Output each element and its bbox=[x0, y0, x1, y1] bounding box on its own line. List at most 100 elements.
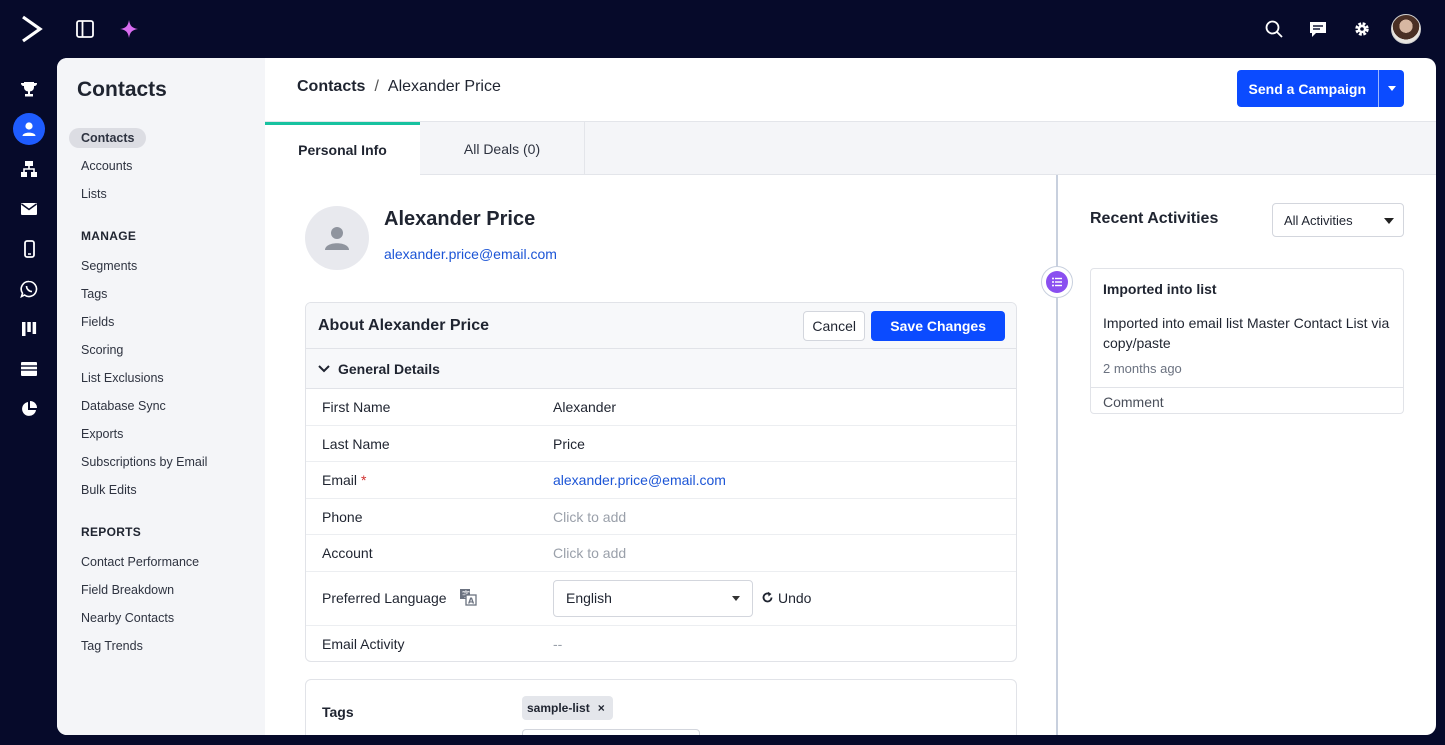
subnav-item-subscriptions[interactable]: Subscriptions by Email bbox=[81, 455, 207, 469]
tab-bar: Personal Info All Deals (0) bbox=[265, 121, 1436, 175]
logo-icon[interactable] bbox=[20, 14, 44, 44]
cancel-button[interactable]: Cancel bbox=[803, 311, 865, 341]
activity-time: 2 months ago bbox=[1103, 361, 1182, 376]
field-row-phone: Phone Click to add bbox=[306, 499, 1016, 535]
undo-button[interactable]: Undo bbox=[761, 590, 811, 606]
language-select[interactable]: English bbox=[553, 579, 753, 617]
last-name-value[interactable]: Price bbox=[553, 436, 585, 452]
tags-label: Tags bbox=[322, 704, 354, 720]
language-selected: English bbox=[566, 590, 612, 606]
phone-value[interactable]: Click to add bbox=[553, 509, 626, 525]
field-label: Last Name bbox=[322, 435, 390, 452]
save-changes-button[interactable]: Save Changes bbox=[871, 311, 1005, 341]
subnav-item-bulk-edits[interactable]: Bulk Edits bbox=[81, 483, 137, 497]
tag-chip[interactable]: sample-list × bbox=[522, 696, 613, 720]
user-avatar[interactable] bbox=[1391, 14, 1421, 44]
general-details-toggle[interactable]: General Details bbox=[306, 349, 1016, 389]
trophy-icon[interactable] bbox=[13, 73, 45, 105]
email-activity-value: -- bbox=[553, 635, 563, 652]
field-row-email: Email * alexander.price@email.com bbox=[306, 462, 1016, 499]
subnav-item-fields[interactable]: Fields bbox=[81, 315, 114, 329]
comment-button[interactable]: Comment bbox=[1091, 387, 1403, 414]
send-campaign-button[interactable]: Send a Campaign bbox=[1236, 70, 1404, 107]
tags-card: Tags sample-list × bbox=[305, 679, 1017, 735]
email-value[interactable]: alexander.price@email.com bbox=[553, 472, 726, 488]
undo-icon bbox=[762, 591, 773, 603]
field-label: Email Activity bbox=[322, 635, 405, 652]
field-label: Account bbox=[322, 545, 373, 561]
timeline-node bbox=[1041, 266, 1073, 298]
subnav-item-accounts[interactable]: Accounts bbox=[81, 159, 132, 173]
field-label: Email * bbox=[322, 472, 366, 488]
activity-title: Imported into list bbox=[1103, 281, 1217, 297]
required-marker: * bbox=[361, 472, 367, 488]
timeline-line bbox=[1056, 175, 1058, 735]
field-label: First Name bbox=[322, 399, 391, 415]
activity-filter-select[interactable]: All Activities bbox=[1272, 203, 1404, 237]
tab-all-deals[interactable]: All Deals (0) bbox=[420, 122, 585, 175]
subnav-item-tag-trends[interactable]: Tag Trends bbox=[81, 639, 143, 653]
tab-personal-info[interactable]: Personal Info bbox=[265, 122, 420, 175]
search-icon[interactable] bbox=[1262, 17, 1286, 41]
breadcrumb-root[interactable]: Contacts bbox=[297, 78, 365, 95]
about-card: About Alexander Price Cancel Save Change… bbox=[305, 302, 1017, 662]
breadcrumb: Contacts / Alexander Price bbox=[297, 78, 501, 96]
subnav-item-list-exclusions[interactable]: List Exclusions bbox=[81, 371, 164, 385]
sitemap-icon[interactable] bbox=[13, 153, 45, 185]
send-campaign-label[interactable]: Send a Campaign bbox=[1237, 70, 1378, 107]
email-label: Email bbox=[322, 472, 358, 488]
sparkle-icon[interactable] bbox=[117, 17, 141, 41]
field-row-preferred-language: Preferred Language 字A English Undo bbox=[306, 572, 1016, 626]
top-bar bbox=[0, 0, 1445, 58]
contact-name: Alexander Price bbox=[384, 208, 536, 230]
subnav-heading-manage: MANAGE bbox=[81, 229, 137, 243]
subnav-item-scoring[interactable]: Scoring bbox=[81, 343, 123, 357]
contact-email[interactable]: alexander.price@email.com bbox=[384, 246, 557, 262]
remove-tag-icon[interactable]: × bbox=[598, 701, 605, 715]
activity-filter-selected: All Activities bbox=[1284, 212, 1353, 228]
mail-icon[interactable] bbox=[13, 193, 45, 225]
pie-chart-icon[interactable] bbox=[13, 393, 45, 425]
recent-activities-title: Recent Activities bbox=[1090, 210, 1219, 227]
chevron-down-icon bbox=[318, 364, 330, 372]
send-campaign-dropdown[interactable] bbox=[1378, 70, 1404, 107]
subnav-item-lists[interactable]: Lists bbox=[81, 187, 107, 201]
site-icon[interactable] bbox=[13, 353, 45, 385]
subnav-item-segments[interactable]: Segments bbox=[81, 259, 137, 273]
caret-down-icon bbox=[1384, 218, 1394, 224]
left-rail bbox=[0, 58, 57, 745]
gear-icon[interactable] bbox=[1350, 17, 1374, 41]
subnav-title: Contacts bbox=[77, 78, 167, 101]
about-title: About Alexander Price bbox=[318, 317, 490, 334]
field-row-account: Account Click to add bbox=[306, 535, 1016, 572]
subnav-item-tags[interactable]: Tags bbox=[81, 287, 107, 301]
subnav-item-contacts[interactable]: Contacts bbox=[69, 128, 147, 148]
about-header: About Alexander Price Cancel Save Change… bbox=[306, 303, 1016, 349]
chat-icon[interactable] bbox=[1306, 17, 1330, 41]
contact-detail: Contacts / Alexander Price Send a Campaign… bbox=[265, 58, 1436, 735]
subnav-heading-reports: REPORTS bbox=[81, 525, 142, 539]
svg-text:A: A bbox=[468, 596, 475, 605]
sidebar-toggle-icon[interactable] bbox=[73, 17, 97, 41]
subnav-item-exports[interactable]: Exports bbox=[81, 427, 123, 441]
pipeline-icon[interactable] bbox=[13, 313, 45, 345]
add-tag-input[interactable] bbox=[522, 729, 700, 735]
caret-down-icon bbox=[732, 595, 740, 601]
field-row-first-name: First Name Alexander bbox=[306, 389, 1016, 426]
account-value[interactable]: Click to add bbox=[553, 545, 626, 561]
subnav-item-database-sync[interactable]: Database Sync bbox=[81, 399, 166, 413]
subnav-item-nearby-contacts[interactable]: Nearby Contacts bbox=[81, 611, 174, 625]
first-name-value[interactable]: Alexander bbox=[553, 399, 616, 415]
whatsapp-icon[interactable] bbox=[13, 273, 45, 305]
content-panel: Contacts Contacts Accounts Lists MANAGE … bbox=[57, 58, 1436, 735]
field-label: Preferred Language bbox=[322, 589, 447, 606]
breadcrumb-current: Alexander Price bbox=[387, 78, 501, 95]
contacts-subnav: Contacts Contacts Accounts Lists MANAGE … bbox=[57, 58, 265, 735]
general-details-label: General Details bbox=[338, 360, 440, 377]
contact-icon[interactable] bbox=[13, 113, 45, 145]
mobile-icon[interactable] bbox=[13, 233, 45, 265]
subnav-item-field-breakdown[interactable]: Field Breakdown bbox=[81, 583, 174, 597]
subnav-item-contact-performance[interactable]: Contact Performance bbox=[81, 555, 199, 569]
activity-card: Imported into list Imported into email l… bbox=[1090, 268, 1404, 414]
contact-avatar bbox=[305, 206, 369, 270]
